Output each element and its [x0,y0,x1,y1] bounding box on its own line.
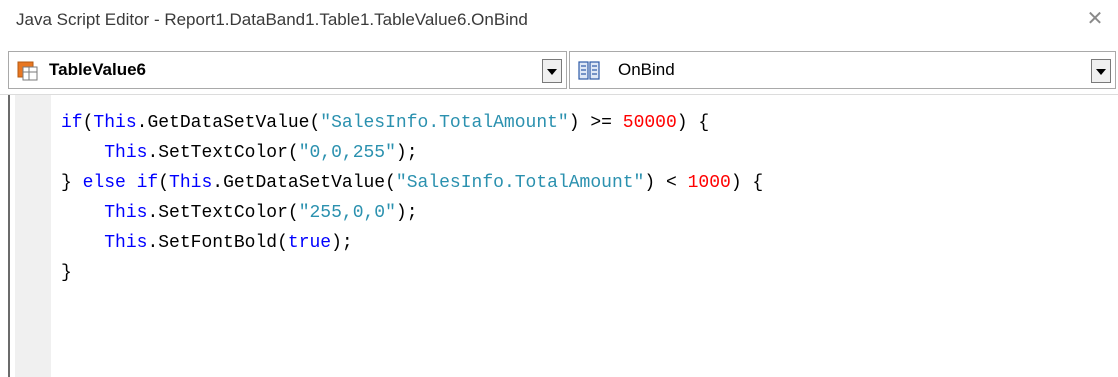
chevron-down-icon[interactable] [1091,59,1111,83]
code-token: ) >= [568,113,623,133]
code-token: "255,0,0" [298,203,396,223]
code-line: This.SetTextColor("0,0,255"); [61,138,763,168]
code-line: This.SetFontBold(true); [61,228,763,258]
code-token: } [61,173,83,193]
code-token: . [212,173,224,193]
table-value-icon [17,60,39,82]
code-token: . [147,203,159,223]
code-line: } [61,258,763,288]
code-token: true [287,233,332,253]
code-text[interactable]: if(This.GetDataSetValue("SalesInfo.Total… [61,108,763,288]
code-token: "0,0,255" [298,143,396,163]
code-token: This [104,203,148,223]
code-token: ( [287,203,299,223]
editor-left-border [8,95,15,377]
code-token: ) < [644,173,688,193]
code-token: This [104,233,148,253]
code-token: This [93,113,137,133]
code-token: SetFontBold [158,233,278,253]
code-token: ( [385,173,396,193]
object-selector-value: TableValue6 [49,60,147,79]
code-token: } [61,263,72,283]
event-selector[interactable]: OnBind [569,51,1116,89]
event-icon [578,60,600,82]
code-editor[interactable]: if(This.GetDataSetValue("SalesInfo.Total… [8,95,1118,377]
code-token: if [61,113,83,133]
toolbar: TableValue6 OnBind [8,51,1116,91]
code-token: ); [331,233,353,253]
code-token: ( [158,173,170,193]
code-token: 50000 [622,113,677,133]
title-bar: Java Script Editor - Report1.DataBand1.T… [0,0,1118,47]
code-line: if(This.GetDataSetValue("SalesInfo.Total… [61,108,763,138]
code-token: ) { [676,113,710,133]
code-token: This [169,173,213,193]
editor-gutter [15,95,51,377]
close-icon[interactable]: ✕ [1084,8,1106,30]
code-token: 1000 [687,173,731,193]
code-token: GetDataSetValue [223,173,386,193]
code-token: . [147,233,159,253]
code-token: . [147,143,159,163]
code-token: SetTextColor [158,203,288,223]
script-editor-window: Java Script Editor - Report1.DataBand1.T… [0,0,1118,377]
code-token: This [104,143,148,163]
window-title: Java Script Editor - Report1.DataBand1.T… [16,10,528,29]
code-token: SetTextColor [158,143,288,163]
code-token: ) { [730,173,764,193]
object-selector[interactable]: TableValue6 [8,51,567,89]
chevron-down-icon[interactable] [542,59,562,83]
code-token: ( [277,233,288,253]
code-token: ); [395,143,418,163]
code-token: ( [309,113,321,133]
code-token: ( [287,143,299,163]
code-line: This.SetTextColor("255,0,0"); [61,198,763,228]
code-token: "SalesInfo.TotalAmount" [320,113,569,133]
code-token: "SalesInfo.TotalAmount" [395,173,645,193]
code-token: ( [82,113,94,133]
code-token: ); [395,203,418,223]
code-token: else if [82,173,159,193]
code-token: . [136,113,148,133]
event-selector-value: OnBind [618,60,675,79]
code-token: GetDataSetValue [147,113,310,133]
code-line: } else if(This.GetDataSetValue("SalesInf… [61,168,763,198]
